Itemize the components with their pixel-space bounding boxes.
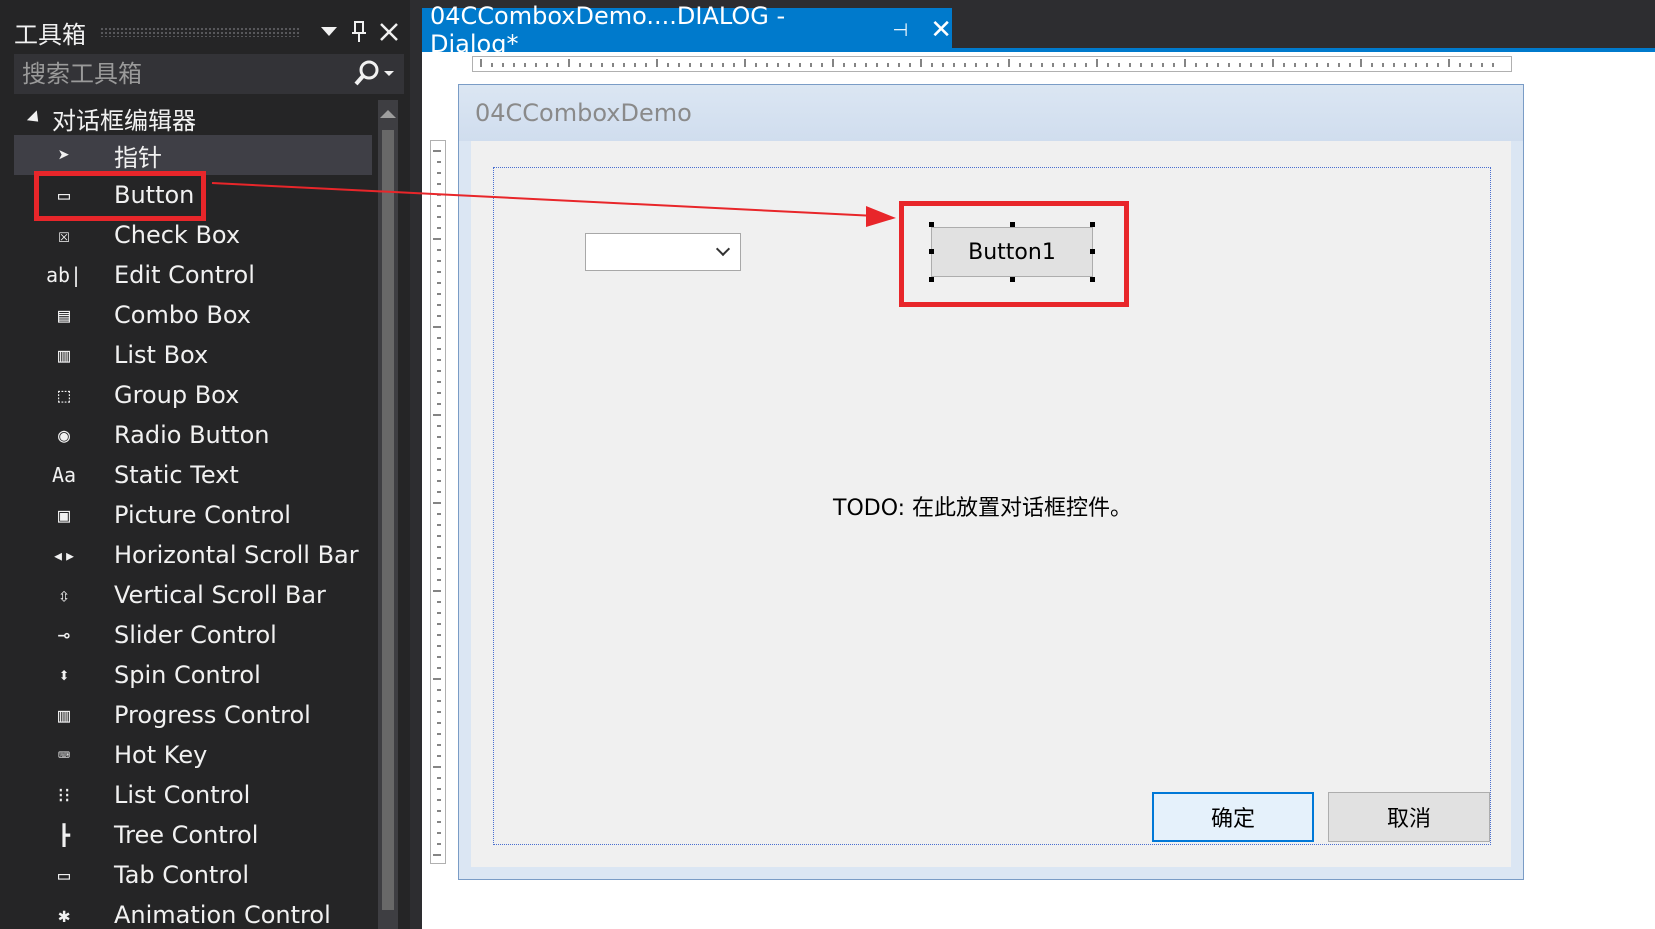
- toolbox-item-label: Progress Control: [114, 701, 311, 729]
- dialog-titlebar: 04CComboxDemo: [459, 85, 1523, 141]
- drag-grip[interactable]: [100, 27, 300, 37]
- todo-static-text[interactable]: TODO: 在此放置对话框控件。: [833, 490, 1132, 522]
- toolbox-item[interactable]: ◂▸ Horizontal Scroll Bar: [14, 535, 372, 575]
- static-text-icon: Aa: [51, 463, 77, 487]
- tab-pin-icon[interactable]: ⊣: [893, 20, 909, 41]
- chevron-down-icon: [715, 241, 731, 257]
- group-box-icon: ⬚: [57, 383, 71, 407]
- radio-button-icon: ◉: [57, 423, 71, 447]
- toolbox-item-label: Tab Control: [114, 861, 250, 889]
- toolbox-title: 工具箱: [14, 20, 86, 49]
- toolbox-item-list: ➤ 指针 ▭ Button ☒ Check Box ab| Edit Control ▤ Comb…: [14, 135, 372, 929]
- toolbox-item[interactable]: ▣ Picture Control: [14, 495, 372, 535]
- category-label: 对话框编辑器: [52, 106, 196, 135]
- combo-box-icon: ▤: [57, 303, 71, 327]
- toolbox-item[interactable]: ◉ Radio Button: [14, 415, 372, 455]
- toolbox-item[interactable]: ⌨ Hot Key: [14, 735, 372, 775]
- toolbox-item-label: 指针: [114, 143, 162, 172]
- collapse-triangle-icon[interactable]: [26, 109, 44, 127]
- pointer-icon: ➤: [57, 143, 71, 167]
- toolbox-item[interactable]: ☒ Check Box: [14, 215, 372, 255]
- toolbox-panel: 工具箱 对话框编辑器 ➤指针▭Button☒Check Boxab|Edit C…: [0, 0, 410, 929]
- horizontal-ruler: [472, 56, 1512, 72]
- toolbox-item-label: Picture Control: [114, 501, 291, 529]
- tree-control-icon: ┣: [57, 823, 71, 847]
- category-dialog-editor[interactable]: 对话框编辑器: [14, 100, 196, 136]
- hotkey-icon: ⌨: [57, 743, 71, 767]
- close-icon[interactable]: [374, 17, 404, 47]
- slider-icon: ⊸: [57, 623, 71, 647]
- list-box-icon: ▥: [57, 343, 71, 367]
- toolbox-item[interactable]: Aa Static Text: [14, 455, 372, 495]
- animation-icon: ✱: [57, 903, 71, 927]
- toolbox-item[interactable]: ⬚ Group Box: [14, 375, 372, 415]
- toolbox-item-label: Hot Key: [114, 741, 208, 769]
- toolbox-item-label: Radio Button: [114, 421, 270, 449]
- dialog-preview[interactable]: 04CComboxDemo Button1 TODO: 在此放置对话框控件。 确…: [458, 84, 1524, 880]
- toolbox-item-label: Check Box: [114, 221, 241, 249]
- toolbox-item[interactable]: ┣ Tree Control: [14, 815, 372, 855]
- toolbox-item-label: List Box: [114, 341, 209, 369]
- toolbox-scrollbar[interactable]: [378, 100, 398, 929]
- search-input[interactable]: [14, 60, 344, 88]
- toolbox-item-label: Animation Control: [114, 901, 331, 929]
- toolbox-item[interactable]: ⊸ Slider Control: [14, 615, 372, 655]
- toolbox-titlebar: 工具箱: [14, 10, 404, 54]
- toolbox-item[interactable]: ▭ Tab Control: [14, 855, 372, 895]
- tab-close-icon[interactable]: ✕: [930, 15, 952, 45]
- toolbox-item[interactable]: ⬍ Spin Control: [14, 655, 372, 695]
- scroll-up-icon[interactable]: [380, 110, 396, 118]
- toolbox-search: [14, 54, 404, 94]
- toolbox-item-label: Edit Control: [114, 261, 255, 289]
- toolbox-item-label: Spin Control: [114, 661, 261, 689]
- toolbox-item-label: Group Box: [114, 381, 240, 409]
- toolbox-item[interactable]: ➤ 指针: [14, 135, 372, 175]
- toolbox-item-label: Static Text: [114, 461, 239, 489]
- progress-icon: ▥: [57, 703, 71, 727]
- toolbox-item[interactable]: ab| Edit Control: [14, 255, 372, 295]
- toolbox-item-label: Slider Control: [114, 621, 277, 649]
- toolbox-item-label: Tree Control: [114, 821, 259, 849]
- vscroll-icon: ⇳: [57, 583, 71, 607]
- toolbox-item[interactable]: ⇳ Vertical Scroll Bar: [14, 575, 372, 615]
- hscroll-icon: ◂▸: [51, 543, 77, 567]
- toolbox-item[interactable]: ⁝⁝ List Control: [14, 775, 372, 815]
- toolbox-item[interactable]: ✱ Animation Control: [14, 895, 372, 929]
- pin-icon[interactable]: [344, 17, 374, 47]
- picture-control-icon: ▣: [57, 503, 71, 527]
- search-icon[interactable]: [344, 54, 404, 94]
- dialog-title: 04CComboxDemo: [475, 99, 692, 127]
- panel-separator[interactable]: [410, 0, 422, 929]
- tab-control-icon: ▭: [57, 863, 71, 887]
- document-tab[interactable]: 04CComboxDemo....DIALOG - Dialog* ⊣ ✕: [422, 2, 952, 58]
- edit-control-icon: ab|: [45, 263, 83, 287]
- toolbox-item[interactable]: ▤ Combo Box: [14, 295, 372, 335]
- combo-box-control[interactable]: [585, 233, 741, 271]
- toolbox-item-label: List Control: [114, 781, 251, 809]
- highlight-box-button-item: [34, 171, 206, 221]
- vertical-ruler: [430, 140, 446, 864]
- spin-icon: ⬍: [57, 663, 71, 687]
- toolbox-item-label: Horizontal Scroll Bar: [114, 541, 359, 569]
- toolbox-item[interactable]: ▥ Progress Control: [14, 695, 372, 735]
- highlight-box-button1: [899, 201, 1129, 307]
- checkbox-icon: ☒: [57, 223, 71, 247]
- list-control-icon: ⁝⁝: [57, 783, 71, 807]
- toolbox-item-label: Vertical Scroll Bar: [114, 581, 326, 609]
- document-tab-title: 04CComboxDemo....DIALOG - Dialog*: [430, 2, 786, 58]
- toolbox-item[interactable]: ▥ List Box: [14, 335, 372, 375]
- toolbox-item-label: Combo Box: [114, 301, 251, 329]
- dropdown-icon[interactable]: [314, 17, 344, 47]
- cancel-button[interactable]: 取消: [1328, 792, 1490, 842]
- ok-button[interactable]: 确定: [1152, 792, 1314, 842]
- scrollbar-thumb[interactable]: [382, 130, 394, 910]
